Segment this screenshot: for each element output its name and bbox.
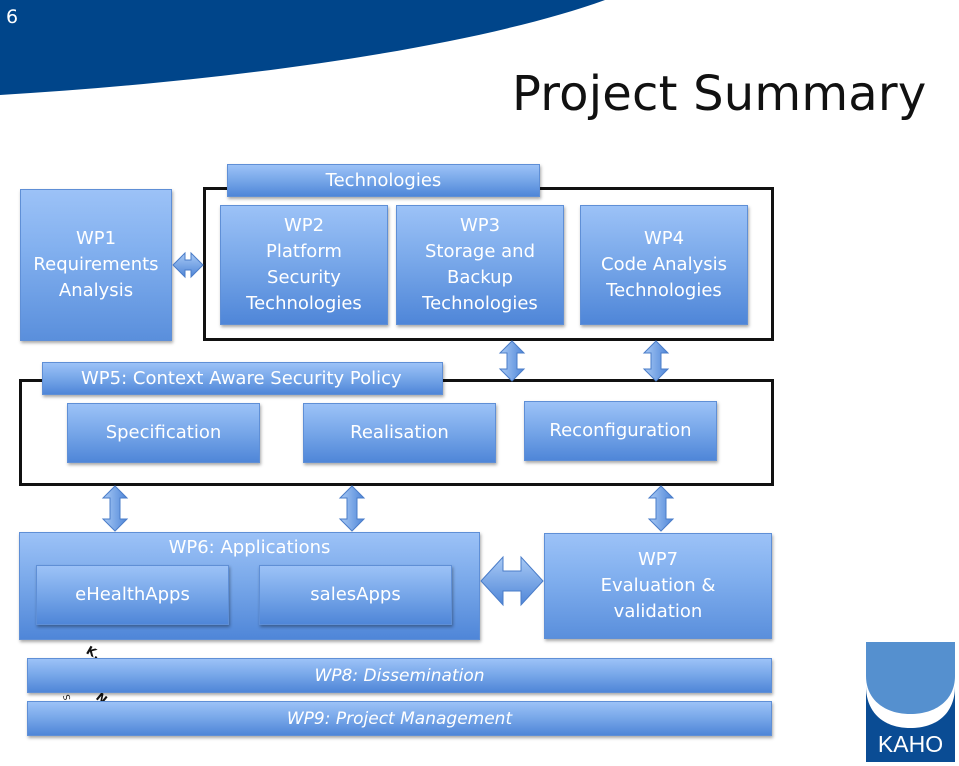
arrow-wp1-technologies (172, 251, 204, 279)
kaho-logo-text: KAHO (877, 731, 944, 757)
arrow-specification-wp6 (101, 485, 129, 532)
arrow-wp4-wp5 (642, 340, 670, 382)
kaho-logo: KAHO (866, 642, 955, 762)
arrow-reconfiguration-wp7 (647, 485, 675, 532)
arrows-layer (101, 251, 675, 607)
arrow-realisation-wp6 (338, 485, 366, 532)
arrow-wp3-wp5 (498, 340, 526, 382)
arrow-wp6-wp7 (480, 555, 544, 607)
